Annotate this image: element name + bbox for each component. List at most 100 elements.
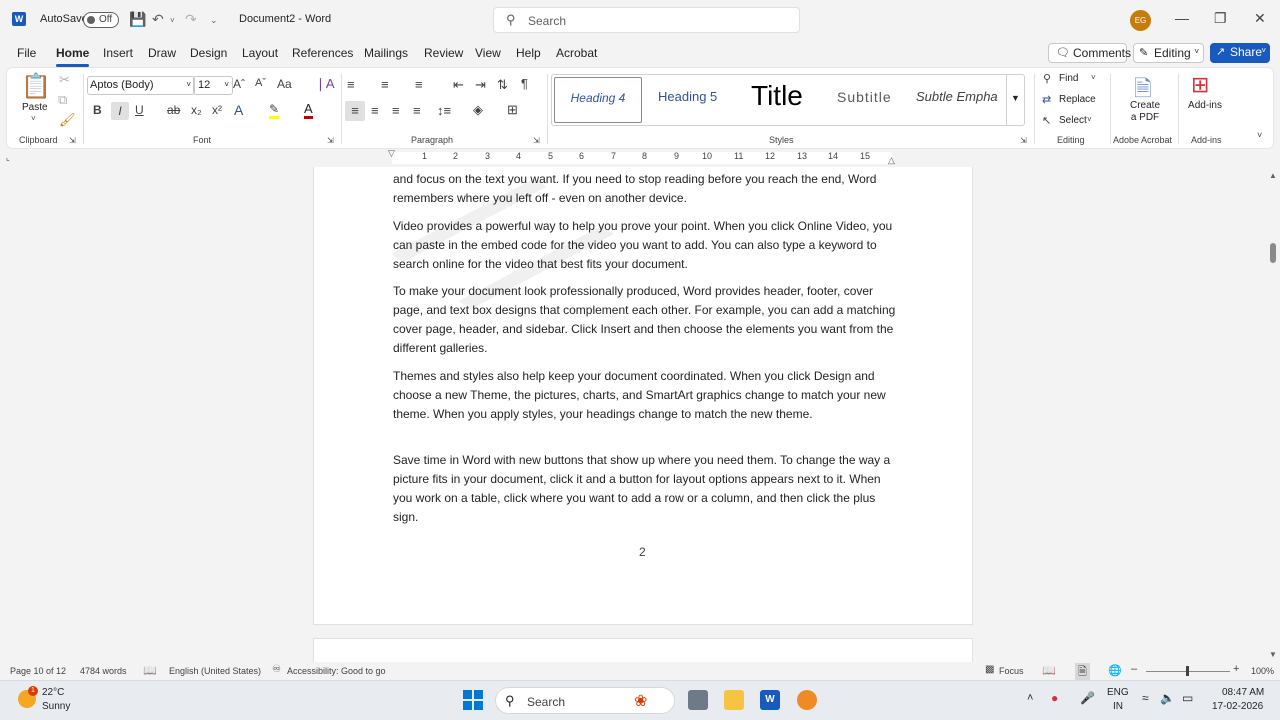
find-icon[interactable]: ⚲ (1043, 72, 1051, 85)
align-left-icon[interactable]: ≡ (345, 101, 365, 121)
zoom-in-icon[interactable]: + (1233, 663, 1239, 675)
style-title[interactable]: Title (751, 80, 803, 112)
tab-view[interactable]: View (475, 46, 501, 60)
tab-selector-icon[interactable]: ⌞ (6, 153, 10, 162)
next-page[interactable] (313, 638, 973, 662)
tab-acrobat[interactable]: Acrobat (556, 46, 597, 60)
right-indent-marker-icon[interactable]: △ (888, 155, 895, 166)
undo-dropdown-icon[interactable]: ˅ (170, 16, 175, 25)
align-right-icon[interactable]: ≡ (392, 103, 400, 118)
word-count[interactable]: 4784 words (80, 666, 127, 676)
proofing-icon[interactable]: 📖 (143, 664, 157, 677)
customize-qat-icon[interactable]: ⌄ (210, 15, 218, 26)
replace-icon[interactable]: ⇄ (1042, 93, 1051, 106)
battery-icon[interactable]: ▭ (1182, 691, 1193, 705)
underline-icon[interactable]: U (135, 103, 144, 117)
focus-icon[interactable]: ▩ (985, 664, 994, 675)
addins-icon[interactable]: ⊞ (1191, 72, 1209, 98)
comments-button[interactable]: 🗨 Comments (1048, 43, 1131, 63)
styles-more-icon[interactable]: ▼ (1006, 75, 1024, 125)
task-view-icon[interactable] (688, 690, 708, 710)
paste-label[interactable]: Paste (22, 102, 48, 113)
indent-marker-icon[interactable]: ▽ (388, 148, 395, 159)
weather-condition[interactable]: Sunny (42, 701, 70, 712)
document-canvas[interactable]: ╱╱ and focus on the text you want. If yo… (0, 167, 1266, 662)
clock-time[interactable]: 08:47 AM (1222, 687, 1264, 698)
minimize-icon[interactable]: — (1175, 10, 1189, 26)
paragraph-launcher-icon[interactable]: ⇲ (533, 136, 540, 145)
shrink-font-icon[interactable]: Aˇ (255, 77, 266, 89)
replace-label[interactable]: Replace (1059, 94, 1096, 105)
line-spacing-icon[interactable]: ↕≡ (437, 103, 451, 118)
font-name-box[interactable]: Aptos (Body) ˅ (87, 76, 195, 95)
styles-launcher-icon[interactable]: ⇲ (1020, 136, 1027, 145)
chevron-down-icon[interactable]: ˅ (1091, 73, 1096, 82)
style-heading-4[interactable]: Heading 4 (554, 77, 642, 123)
windows-start-icon[interactable] (463, 690, 483, 710)
shading-icon[interactable]: ◈ (473, 102, 483, 118)
save-icon[interactable]: 💾 (129, 11, 146, 28)
web-layout-icon[interactable]: 🌐 (1108, 664, 1122, 677)
zoom-slider-thumb[interactable] (1186, 666, 1189, 676)
create-pdf-button[interactable]: Create a PDF (1125, 100, 1165, 124)
zoom-out-icon[interactable]: – (1131, 663, 1137, 675)
subscript-icon[interactable]: x₂ (191, 103, 202, 117)
style-heading-5[interactable]: Heading 5 (658, 89, 717, 104)
autosave-toggle[interactable]: Off (83, 12, 119, 28)
select-cursor-icon[interactable]: ↖ (1042, 114, 1051, 127)
paragraph[interactable]: Save time in Word with new buttons that … (393, 451, 898, 527)
tab-review[interactable]: Review (424, 46, 463, 60)
title-search-box[interactable]: ⚲ Search (493, 7, 800, 33)
tab-references[interactable]: References (292, 46, 353, 60)
maximize-icon[interactable]: ❐ (1214, 10, 1227, 27)
borders-icon[interactable]: ⊞ (507, 102, 518, 118)
tab-mailings[interactable]: Mailings (364, 46, 408, 60)
font-launcher-icon[interactable]: ⇲ (327, 136, 334, 145)
scroll-down-icon[interactable]: ▼ (1269, 650, 1277, 659)
undo-icon[interactable]: ↶ (152, 11, 164, 28)
wifi-icon[interactable]: ≈ (1142, 691, 1149, 705)
tab-insert[interactable]: Insert (103, 46, 133, 60)
clear-formatting-icon[interactable]: ❘A (315, 76, 335, 92)
italic-icon[interactable]: I (111, 102, 129, 120)
scrollbar-thumb[interactable] (1270, 243, 1276, 263)
addins-label[interactable]: Add-ins (1185, 100, 1225, 112)
taskbar-search[interactable]: ⚲ Search ❀ (495, 687, 675, 714)
multilevel-list-icon[interactable]: ≡ (415, 77, 423, 92)
scroll-up-icon[interactable]: ▲ (1269, 171, 1277, 180)
language-code[interactable]: ENG (1107, 687, 1129, 698)
show-marks-icon[interactable]: ¶ (521, 76, 528, 91)
sort-icon[interactable]: ⇅ (497, 77, 508, 93)
read-mode-icon[interactable]: 📖 (1042, 664, 1056, 677)
superscript-icon[interactable]: x² (212, 103, 222, 117)
document-page[interactable]: ╱╱ and focus on the text you want. If yo… (313, 167, 973, 625)
paragraph[interactable]: To make your document look professionall… (393, 282, 898, 358)
tray-app-icon[interactable]: ● (1051, 691, 1058, 705)
volume-icon[interactable]: 🔈 (1160, 691, 1175, 705)
clock-date[interactable]: 17-02-2026 (1212, 701, 1263, 712)
text-effects-icon[interactable]: A (234, 102, 243, 118)
decrease-indent-icon[interactable]: ⇤ (453, 77, 464, 93)
avatar[interactable]: EG (1130, 10, 1151, 31)
strikethrough-icon[interactable]: ab (167, 103, 180, 117)
chevron-down-icon[interactable]: ˅ (1087, 115, 1092, 124)
tab-design[interactable]: Design (190, 46, 227, 60)
accessibility-status[interactable]: Accessibility: Good to go (287, 666, 386, 676)
highlight-icon[interactable]: ✎ (269, 102, 280, 119)
temperature[interactable]: 22°C (42, 687, 64, 698)
region-code[interactable]: IN (1113, 701, 1123, 712)
style-subtitle[interactable]: Subtitle (837, 89, 892, 105)
accessibility-icon[interactable]: ♾ (272, 664, 281, 675)
focus-label[interactable]: Focus (999, 666, 1024, 676)
vertical-scrollbar[interactable]: ▲ ▼ (1266, 167, 1280, 662)
word-app-icon[interactable]: W (760, 690, 780, 710)
justify-icon[interactable]: ≡ (413, 103, 421, 118)
font-color-icon[interactable]: A (304, 101, 313, 119)
language-label[interactable]: English (United States) (169, 666, 261, 676)
share-button[interactable]: ↗ Share ˅ (1210, 43, 1270, 63)
select-label[interactable]: Select (1059, 115, 1087, 126)
paragraph[interactable]: Video provides a powerful way to help yo… (393, 217, 898, 274)
show-hidden-icons-icon[interactable]: ˄ (1027, 692, 1033, 704)
collapse-ribbon-icon[interactable]: ˅ (1257, 130, 1262, 140)
find-label[interactable]: Find (1059, 73, 1078, 84)
